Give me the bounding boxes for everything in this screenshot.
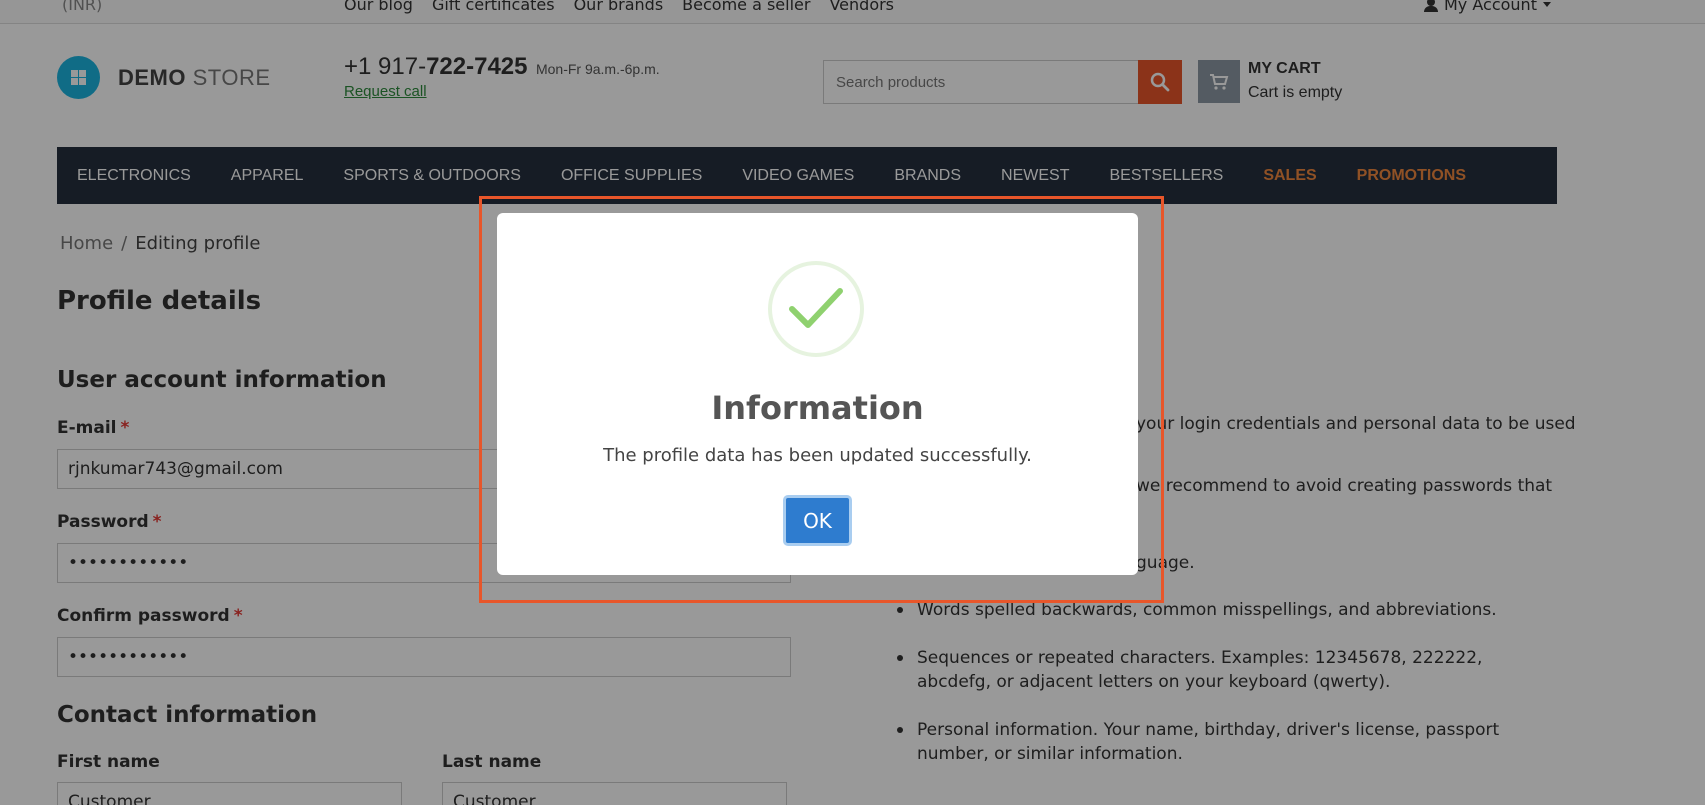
dialog-message: The profile data has been updated succes… xyxy=(603,445,1032,466)
success-check-icon xyxy=(768,261,864,357)
ok-button[interactable]: OK xyxy=(783,495,852,546)
dialog-title: Information xyxy=(711,389,924,427)
information-dialog: Information The profile data has been up… xyxy=(497,213,1138,575)
